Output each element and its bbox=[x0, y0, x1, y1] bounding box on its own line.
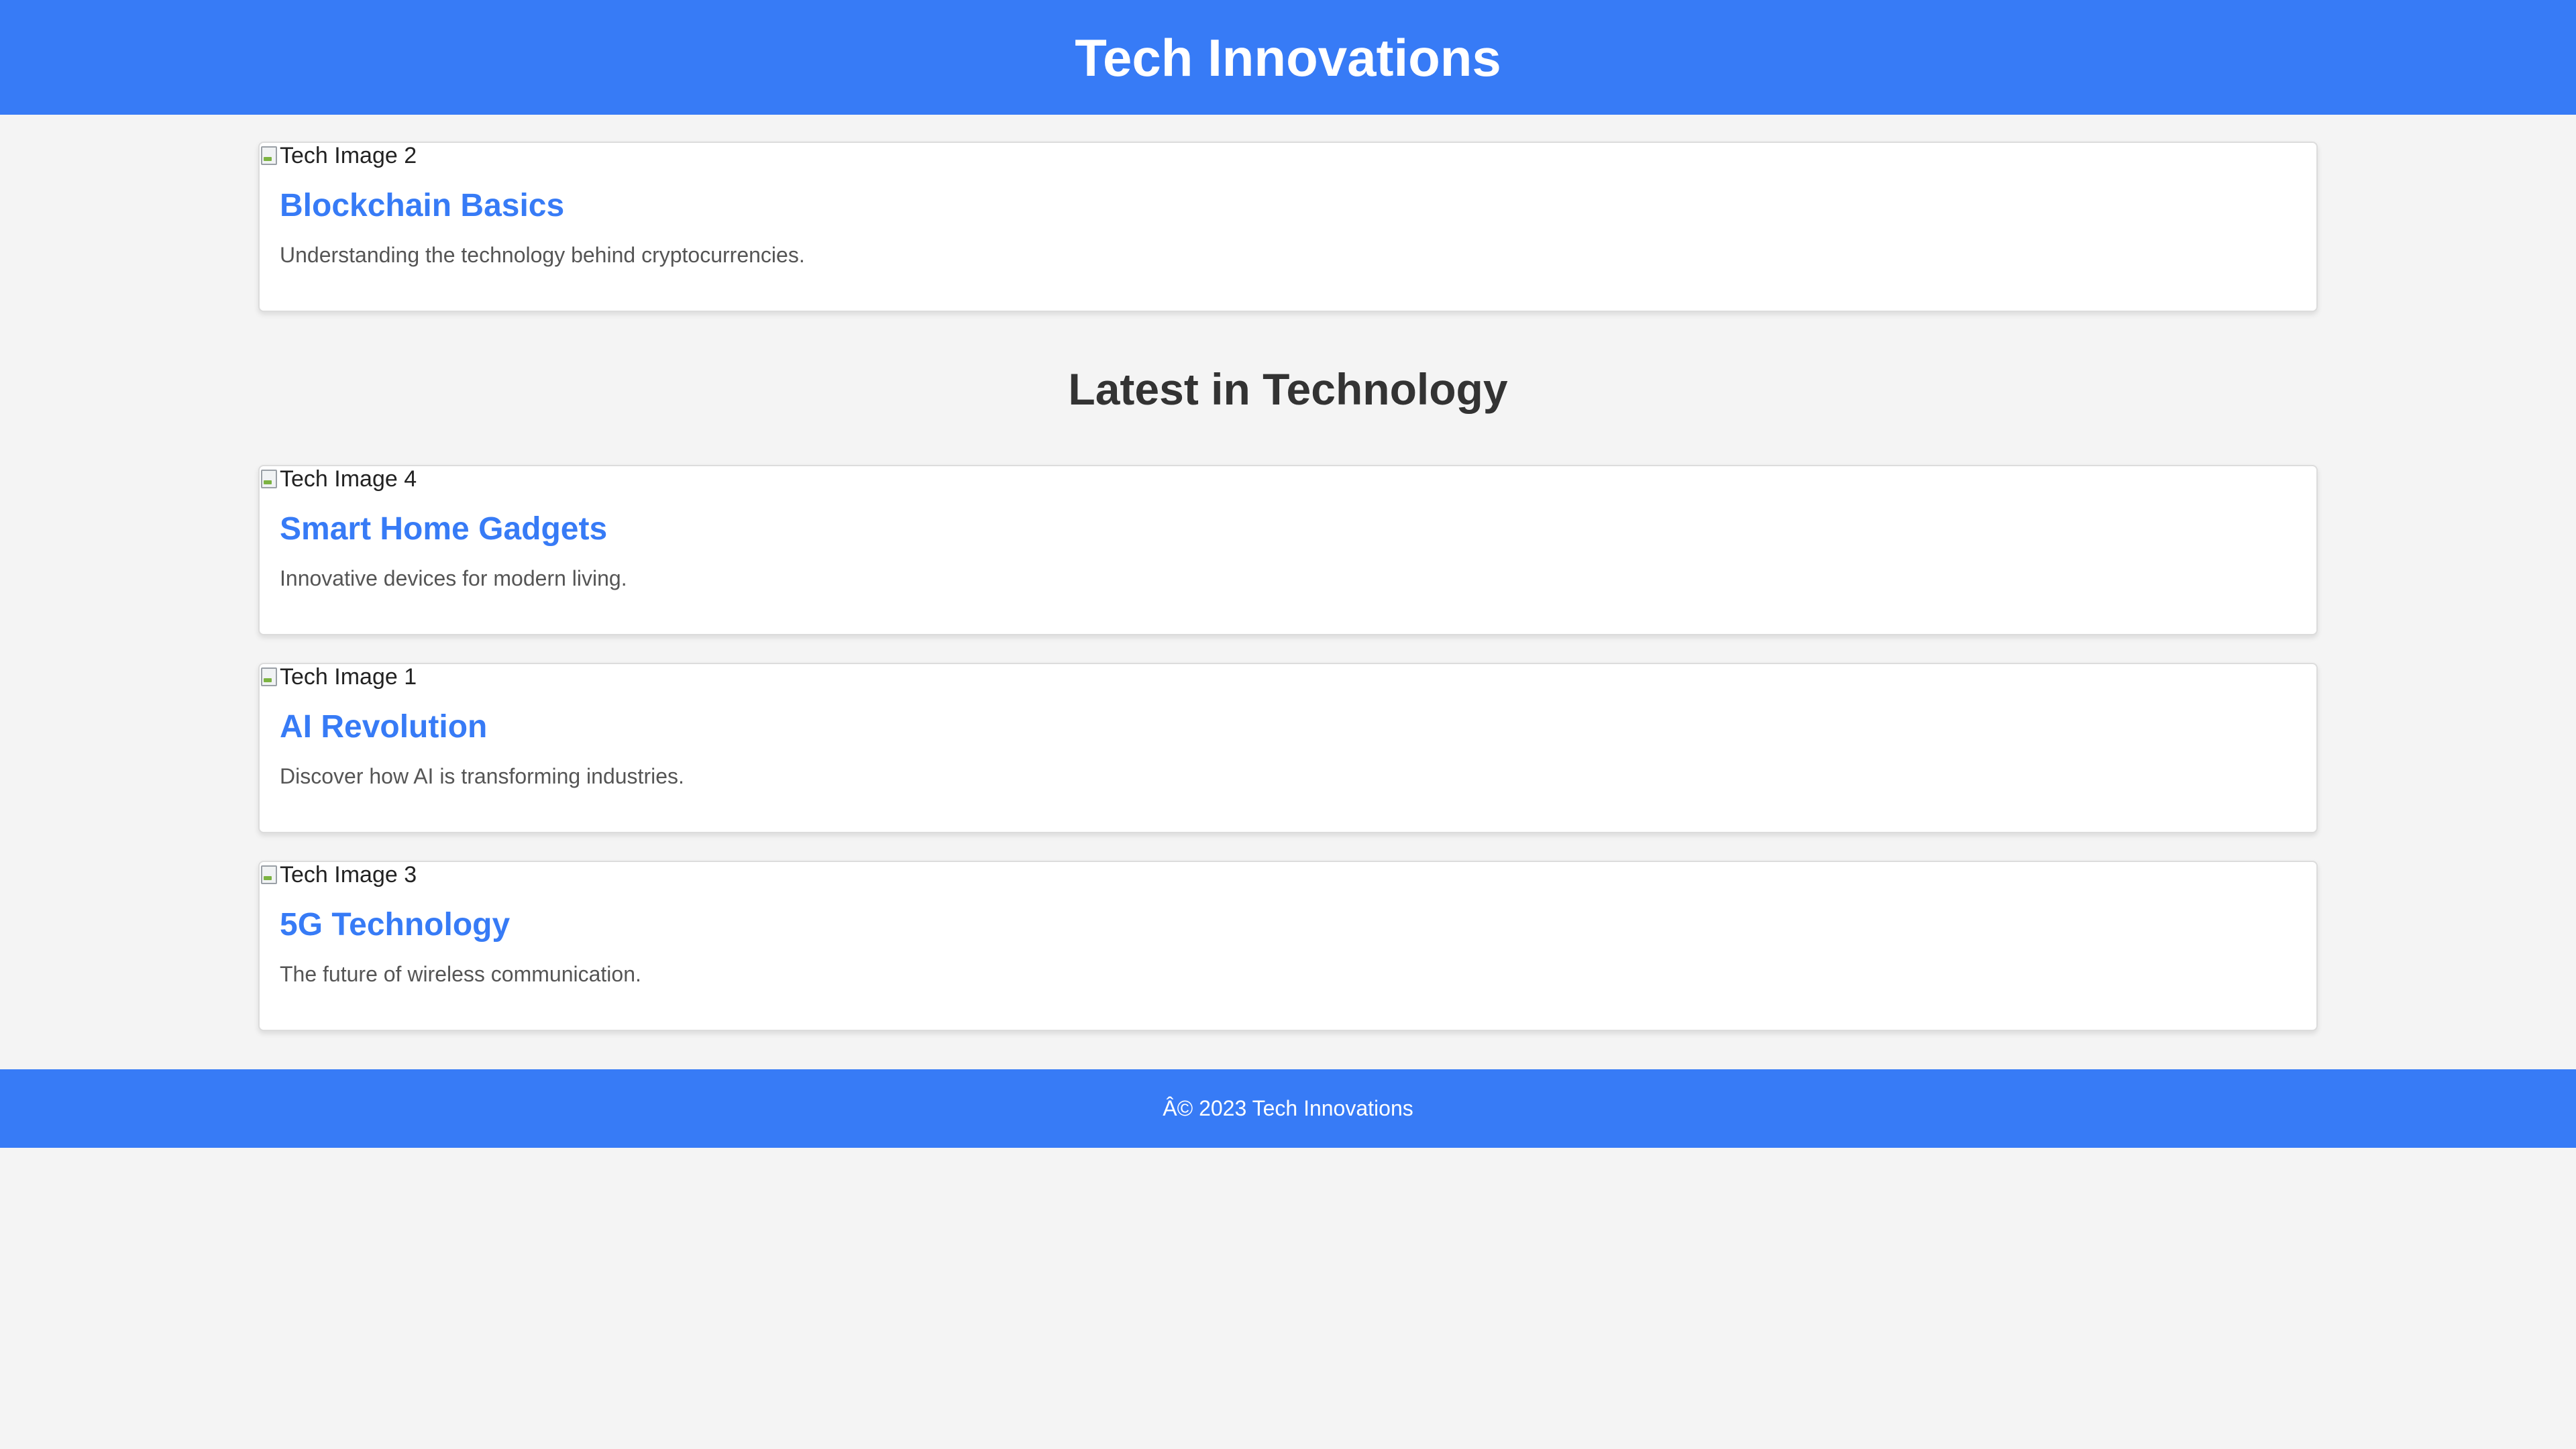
broken-image-icon bbox=[260, 145, 278, 166]
article-card: Tech Image 4 Smart Home Gadgets Innovati… bbox=[258, 465, 2318, 635]
broken-image-icon bbox=[260, 864, 278, 885]
card-title: Smart Home Gadgets bbox=[280, 511, 608, 547]
card-title: 5G Technology bbox=[280, 907, 511, 943]
site-header: Tech Innovations bbox=[0, 0, 2576, 115]
broken-image-icon bbox=[260, 666, 278, 688]
card-description: Understanding the technology behind cryp… bbox=[280, 243, 805, 267]
featured-card: Tech Image 2 Blockchain Basics Understan… bbox=[258, 142, 2318, 312]
site-footer: Â© 2023 Tech Innovations bbox=[0, 1069, 2576, 1148]
card-description: The future of wireless communication. bbox=[280, 962, 641, 986]
site-title: Tech Innovations bbox=[1075, 28, 1501, 87]
card-description: Discover how AI is transforming industri… bbox=[280, 764, 684, 788]
card-description: Innovative devices for modern living. bbox=[280, 566, 627, 590]
card-image: Tech Image 2 bbox=[260, 143, 417, 168]
image-alt-text: Tech Image 3 bbox=[280, 862, 417, 888]
main-content: Tech Image 2 Blockchain Basics Understan… bbox=[258, 115, 2318, 1031]
card-image: Tech Image 3 bbox=[260, 862, 417, 888]
card-image: Tech Image 4 bbox=[260, 466, 417, 492]
broken-image-icon bbox=[260, 468, 278, 490]
image-alt-text: Tech Image 4 bbox=[280, 466, 417, 492]
card-title: AI Revolution bbox=[280, 709, 488, 745]
article-card: Tech Image 3 5G Technology The future of… bbox=[258, 861, 2318, 1031]
image-alt-text: Tech Image 2 bbox=[280, 143, 417, 168]
card-title: Blockchain Basics bbox=[280, 188, 565, 223]
article-card: Tech Image 1 AI Revolution Discover how … bbox=[258, 663, 2318, 833]
section-heading: Latest in Technology bbox=[1068, 364, 1508, 414]
card-image: Tech Image 1 bbox=[260, 664, 417, 690]
footer-copyright: Â© 2023 Tech Innovations bbox=[1163, 1096, 1413, 1120]
image-alt-text: Tech Image 1 bbox=[280, 664, 417, 690]
